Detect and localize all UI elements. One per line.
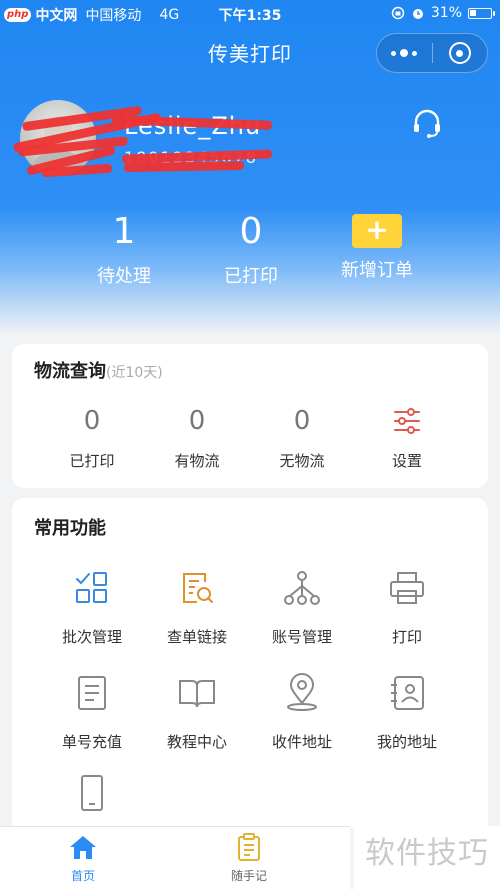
stat-printed[interactable]: 0 已打印 (186, 210, 316, 288)
stat-pending[interactable]: 1 待处理 (59, 210, 189, 288)
recharge-icon (78, 676, 106, 710)
func-print-label: 打印 (391, 628, 422, 646)
tab-bar: 首页 随手记 (0, 826, 350, 889)
func-account-management[interactable]: 账号管理 (247, 568, 357, 647)
logistics-untracked-value: 0 (293, 406, 311, 436)
func-account-label: 账号管理 (271, 628, 332, 646)
func-recharge-label: 单号充值 (61, 733, 122, 751)
func-tutorial-label: 教程中心 (166, 733, 227, 751)
logistics-card: 物流查询(近10天) 0 已打印 0 有物流 0 无物流 设置 (12, 344, 488, 488)
more-dot-icon (391, 50, 397, 56)
new-order-label: 新增订单 (341, 260, 413, 281)
customer-service-icon[interactable] (410, 106, 444, 140)
logistics-subtitle: (近10天) (106, 365, 163, 381)
functions-title: 常用功能 (34, 518, 106, 539)
home-icon (70, 836, 96, 859)
book-icon (179, 680, 215, 708)
func-order-link[interactable]: 查单链接 (142, 568, 252, 647)
logistics-printed-value: 0 (83, 406, 101, 436)
stat-printed-label: 已打印 (224, 266, 278, 287)
phone-icon (81, 775, 103, 811)
miniprogram-capsule (376, 33, 488, 73)
logistics-tracked[interactable]: 0 有物流 (142, 404, 252, 471)
battery-percent: 31% (430, 5, 462, 21)
func-my-address[interactable]: 我的地址 (352, 673, 462, 752)
func-order-link-label: 查单链接 (166, 628, 227, 646)
more-dot-icon (412, 50, 418, 56)
settings-sliders-icon (394, 408, 420, 434)
logistics-tracked-value: 0 (188, 406, 206, 436)
logistics-settings-label: 设置 (391, 452, 422, 470)
tab-notes[interactable]: 随手记 (199, 833, 299, 884)
func-recipient-address[interactable]: 收件地址 (247, 673, 357, 752)
redaction-scribble (12, 104, 282, 182)
logistics-untracked[interactable]: 0 无物流 (247, 404, 357, 471)
add-order-plus-icon[interactable]: + (352, 214, 402, 248)
stat-pending-label: 待处理 (97, 266, 151, 287)
close-ring-icon (448, 42, 471, 64)
logistics-printed[interactable]: 0 已打印 (37, 404, 147, 471)
new-order-button[interactable]: + 新增订单 (312, 210, 442, 282)
stat-pending-value: 1 (112, 211, 136, 252)
logistics-printed-label: 已打印 (69, 452, 115, 470)
func-batch-management[interactable]: 批次管理 (37, 568, 147, 647)
logistics-tracked-label: 有物流 (174, 452, 220, 470)
func-batch-label: 批次管理 (61, 628, 122, 646)
logistics-title: 物流查询(近10天) (34, 357, 163, 383)
printer-icon (390, 572, 424, 604)
more-menu-button[interactable] (377, 33, 432, 73)
close-miniprogram-button[interactable] (432, 33, 487, 73)
alarm-icon (412, 9, 423, 19)
tab-home-label: 首页 (70, 869, 95, 883)
func-phone[interactable] (37, 773, 147, 831)
clipboard-icon (238, 833, 260, 861)
logistics-title-text: 物流查询 (34, 361, 106, 382)
func-tutorial-center[interactable]: 教程中心 (142, 673, 252, 752)
tab-home[interactable]: 首页 (33, 833, 133, 884)
logistics-untracked-label: 无物流 (279, 452, 325, 470)
more-dot-icon (400, 49, 409, 57)
contact-card-icon (391, 676, 424, 710)
order-search-icon (183, 573, 213, 603)
stat-printed-value: 0 (239, 211, 263, 252)
logistics-settings[interactable]: 设置 (352, 404, 462, 471)
tab-notes-label: 随手记 (230, 869, 267, 883)
battery-icon (468, 7, 495, 19)
watermark: 软件技巧 (354, 826, 500, 889)
rotation-lock-icon (391, 6, 405, 20)
func-recharge[interactable]: 单号充值 (37, 673, 147, 752)
location-icon (287, 673, 317, 711)
batch-icon (76, 572, 107, 603)
func-recipient-label: 收件地址 (271, 733, 332, 751)
account-tree-icon (284, 571, 320, 605)
func-my-address-label: 我的地址 (376, 733, 437, 751)
functions-card: 常用功能 批次管理 查单链接 账号管理 打印 单号充值 教程中心 收件地址 我的… (12, 498, 488, 828)
status-bar: php 中文网 中国移动 4G 下午1:35 31% (0, 0, 500, 28)
func-print[interactable]: 打印 (352, 568, 462, 647)
